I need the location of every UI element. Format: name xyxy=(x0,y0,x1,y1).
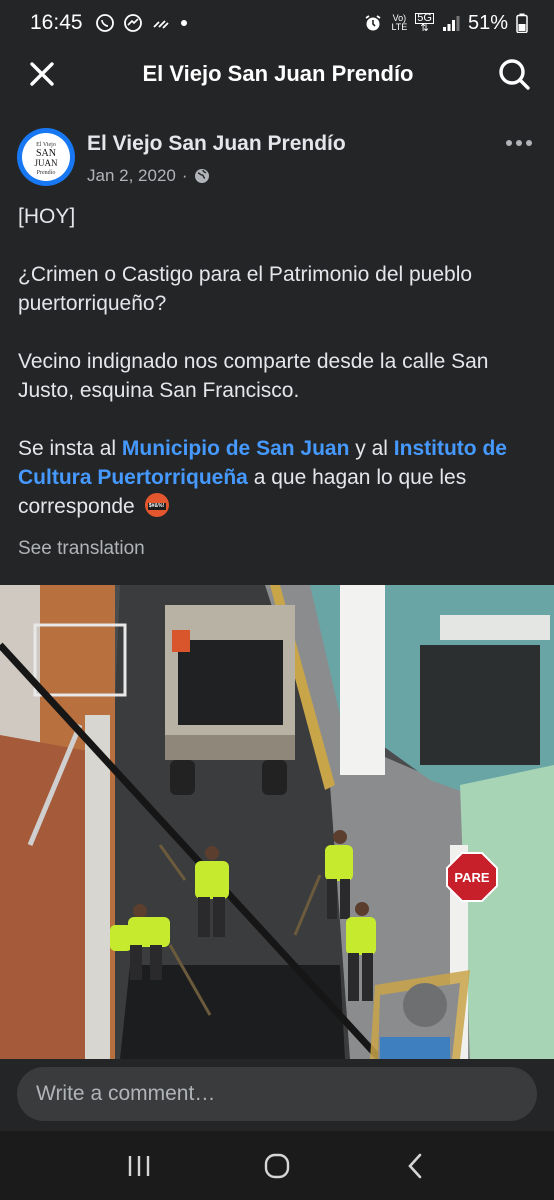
status-time: 16:45 xyxy=(30,11,83,34)
post-author-name[interactable]: El Viejo San Juan Prendío xyxy=(87,132,346,156)
globe-icon xyxy=(194,169,209,183)
close-button[interactable] xyxy=(22,54,62,94)
top-app-bar: El Viejo San Juan Prendío xyxy=(0,46,554,102)
post-text: [HOY] ¿Crimen o Castigo para el Patrimon… xyxy=(18,202,538,521)
comment-bar xyxy=(0,1059,554,1131)
cursing-face-emoji-icon: $#&%! xyxy=(144,493,169,517)
emoji-symbols: $#&%! xyxy=(147,503,166,510)
post-paragraph-2: ¿Crimen o Castigo para el Patrimonio del… xyxy=(18,263,473,315)
see-translation-link[interactable]: See translation xyxy=(18,538,145,560)
search-button[interactable] xyxy=(494,54,534,94)
home-button[interactable] xyxy=(247,1141,307,1191)
meta-separator: · xyxy=(181,166,188,185)
comment-input[interactable] xyxy=(17,1067,537,1121)
page-title: El Viejo San Juan Prendío xyxy=(142,61,414,86)
5g-icon: 5G ⇅ xyxy=(415,13,434,34)
p4-text-1: Se insta al xyxy=(18,437,122,460)
signal-icon xyxy=(442,14,460,32)
volte-icon: Vo) LTE xyxy=(391,14,407,32)
back-button[interactable] xyxy=(385,1141,445,1191)
post-header: El Viejo SAN JUAN Prendío El Viejo San J… xyxy=(17,128,537,192)
svg-text:Prendío: Prendío xyxy=(37,170,56,176)
battery-percentage: 51% xyxy=(467,11,508,34)
alarm-icon xyxy=(363,13,383,33)
stop-sign-text: PARE xyxy=(454,870,489,885)
post-paragraph-1: [HOY] xyxy=(18,205,76,228)
recents-button[interactable] xyxy=(109,1141,169,1191)
post-photo[interactable]: PARE xyxy=(0,585,554,1059)
post-paragraph-4: Se insta al Municipio de San Juan y al I… xyxy=(18,434,538,521)
post-meta: Jan 2, 2020 · xyxy=(87,166,346,186)
signal-activity-icon xyxy=(151,13,171,33)
page-logo: El Viejo SAN JUAN Prendío xyxy=(34,142,58,176)
whatsapp-icon xyxy=(95,13,115,33)
data-arrows-icon: ⇅ xyxy=(420,23,429,34)
notification-dot xyxy=(179,18,189,28)
post-paragraph-3: Vecino indignado nos comparte desde la c… xyxy=(18,350,489,402)
back-icon xyxy=(408,1153,422,1178)
volte-bottom-label: LTE xyxy=(391,22,408,32)
search-icon xyxy=(499,59,530,90)
battery-icon xyxy=(516,13,528,33)
svg-text:JUAN: JUAN xyxy=(34,158,58,168)
close-icon xyxy=(30,62,54,86)
system-nav-bar xyxy=(0,1131,554,1200)
avatar[interactable]: El Viejo SAN JUAN Prendío xyxy=(17,128,75,186)
avatar-logo: El Viejo SAN JUAN Prendío xyxy=(22,133,70,181)
post-date[interactable]: Jan 2, 2020 xyxy=(87,166,176,186)
more-icon xyxy=(506,140,532,146)
home-icon xyxy=(264,1153,290,1178)
status-bar: 16:45 Vo) LTE 5G ⇅ 51% xyxy=(0,0,554,46)
recents-icon xyxy=(128,1155,150,1176)
messenger-icon xyxy=(123,13,143,33)
more-options-button[interactable] xyxy=(501,128,537,158)
p4-text-2: y al xyxy=(349,437,394,460)
municipio-link[interactable]: Municipio de San Juan xyxy=(122,437,350,460)
